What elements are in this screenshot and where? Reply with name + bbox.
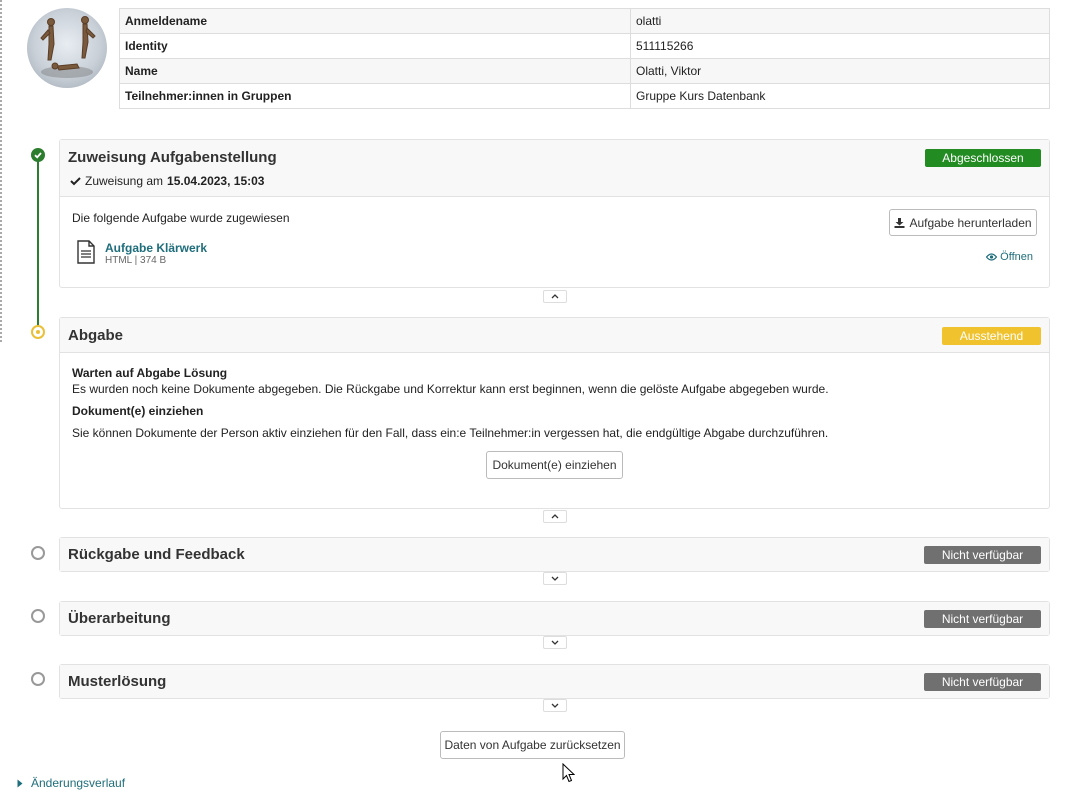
- file-icon: [76, 240, 96, 267]
- step-unavailable-icon: [31, 546, 45, 560]
- chevron-up-icon: [551, 514, 559, 519]
- chevron-down-icon: [551, 703, 559, 708]
- open-label: Öffnen: [1000, 251, 1033, 263]
- caret-right-icon: [17, 779, 23, 787]
- status-badge: Nicht verfügbar: [924, 610, 1041, 628]
- change-history-label: Änderungsverlauf: [31, 776, 126, 790]
- step-done-icon: [31, 148, 45, 162]
- submission-panel-header: Abgabe Ausstehend: [60, 318, 1049, 353]
- timeline-line-pending: [0, 0, 2, 342]
- open-file-link[interactable]: Öffnen: [986, 251, 1033, 263]
- step-unavailable-icon: [31, 672, 45, 686]
- info-label: Teilnehmer:innen in Gruppen: [119, 83, 631, 109]
- table-row: Anmeldename olatti: [119, 8, 1050, 34]
- revision-panel: Überarbeitung Nicht verfügbar: [59, 601, 1050, 636]
- step-unavailable-icon: [31, 609, 45, 623]
- change-history-toggle[interactable]: Änderungsverlauf: [17, 776, 125, 790]
- chevron-up-icon: [551, 294, 559, 299]
- collect-text: Sie können Dokumente der Person aktiv ei…: [72, 426, 829, 440]
- assignment-meta-prefix: Zuweisung am: [85, 174, 164, 188]
- assignment-panel-header: Zuweisung Aufgabenstellung Abgeschlossen…: [60, 140, 1049, 197]
- info-value: olatti: [630, 8, 1050, 34]
- revision-title: Überarbeitung: [68, 610, 171, 627]
- download-icon: [894, 218, 905, 228]
- revision-panel-header: Überarbeitung Nicht verfügbar: [60, 602, 1049, 635]
- expand-toggle[interactable]: [543, 636, 567, 649]
- file-meta: HTML | 374 B: [105, 255, 167, 266]
- table-row: Teilnehmer:innen in Gruppen Gruppe Kurs …: [119, 83, 1050, 109]
- feedback-panel: Rückgabe und Feedback Nicht verfügbar: [59, 537, 1050, 572]
- reset-assignment-button[interactable]: Daten von Aufgabe zurücksetzen: [440, 731, 625, 759]
- wait-text: Es wurden noch keine Dokumente abgegeben…: [72, 382, 829, 396]
- solution-panel-header: Musterlösung Nicht verfügbar: [60, 665, 1049, 698]
- assignment-panel: Zuweisung Aufgabenstellung Abgeschlossen…: [59, 139, 1050, 288]
- info-label: Name: [119, 58, 631, 84]
- chevron-down-icon: [551, 640, 559, 645]
- wait-heading: Warten auf Abgabe Lösung: [72, 366, 228, 380]
- eye-icon: [986, 253, 998, 261]
- expand-toggle[interactable]: [543, 699, 567, 712]
- info-label: Identity: [119, 33, 631, 59]
- table-row: Identity 511115266: [119, 33, 1050, 59]
- status-badge: Ausstehend: [942, 327, 1041, 345]
- collapse-toggle[interactable]: [543, 510, 567, 523]
- assignment-meta: Zuweisung am 15.04.2023, 15:03: [70, 174, 264, 188]
- info-label: Anmeldename: [119, 8, 631, 34]
- info-value: Gruppe Kurs Datenbank: [630, 83, 1050, 109]
- collapse-toggle[interactable]: [543, 290, 567, 303]
- step-pending-icon: [31, 325, 45, 339]
- file-link[interactable]: Aufgabe Klärwerk: [105, 241, 207, 255]
- status-badge: Nicht verfügbar: [924, 673, 1041, 691]
- assignment-date: 15.04.2023, 15:03: [167, 174, 265, 188]
- check-icon: [70, 177, 81, 186]
- user-info-table: Anmeldename olatti Identity 511115266 Na…: [119, 8, 1050, 109]
- status-badge: Abgeschlossen: [925, 149, 1041, 167]
- status-badge: Nicht verfügbar: [924, 546, 1041, 564]
- solution-title: Musterlösung: [68, 673, 167, 690]
- info-value: 511115266: [630, 33, 1050, 59]
- table-row: Name Olatti, Viktor: [119, 58, 1050, 84]
- download-label: Aufgabe herunterladen: [909, 215, 1032, 230]
- timeline-line-done: [37, 160, 39, 332]
- avatar-figures-image: [40, 16, 96, 78]
- chevron-down-icon: [551, 576, 559, 581]
- feedback-panel-header: Rückgabe und Feedback Nicht verfügbar: [60, 538, 1049, 571]
- collect-heading: Dokument(e) einziehen: [72, 404, 204, 418]
- feedback-title: Rückgabe und Feedback: [68, 546, 245, 563]
- collect-documents-button[interactable]: Dokument(e) einziehen: [486, 451, 623, 479]
- download-assignment-button[interactable]: Aufgabe herunterladen: [889, 209, 1037, 236]
- expand-toggle[interactable]: [543, 572, 567, 585]
- submission-title: Abgabe: [68, 327, 124, 344]
- info-value: Olatti, Viktor: [630, 58, 1050, 84]
- avatar: [27, 8, 107, 88]
- submission-panel: Abgabe Ausstehend Warten auf Abgabe Lösu…: [59, 317, 1050, 509]
- mouse-cursor-icon: [562, 763, 575, 783]
- assignment-title: Zuweisung Aufgabenstellung: [68, 149, 277, 166]
- solution-panel: Musterlösung Nicht verfügbar: [59, 664, 1050, 699]
- assignment-intro: Die folgende Aufgabe wurde zugewiesen: [72, 211, 290, 225]
